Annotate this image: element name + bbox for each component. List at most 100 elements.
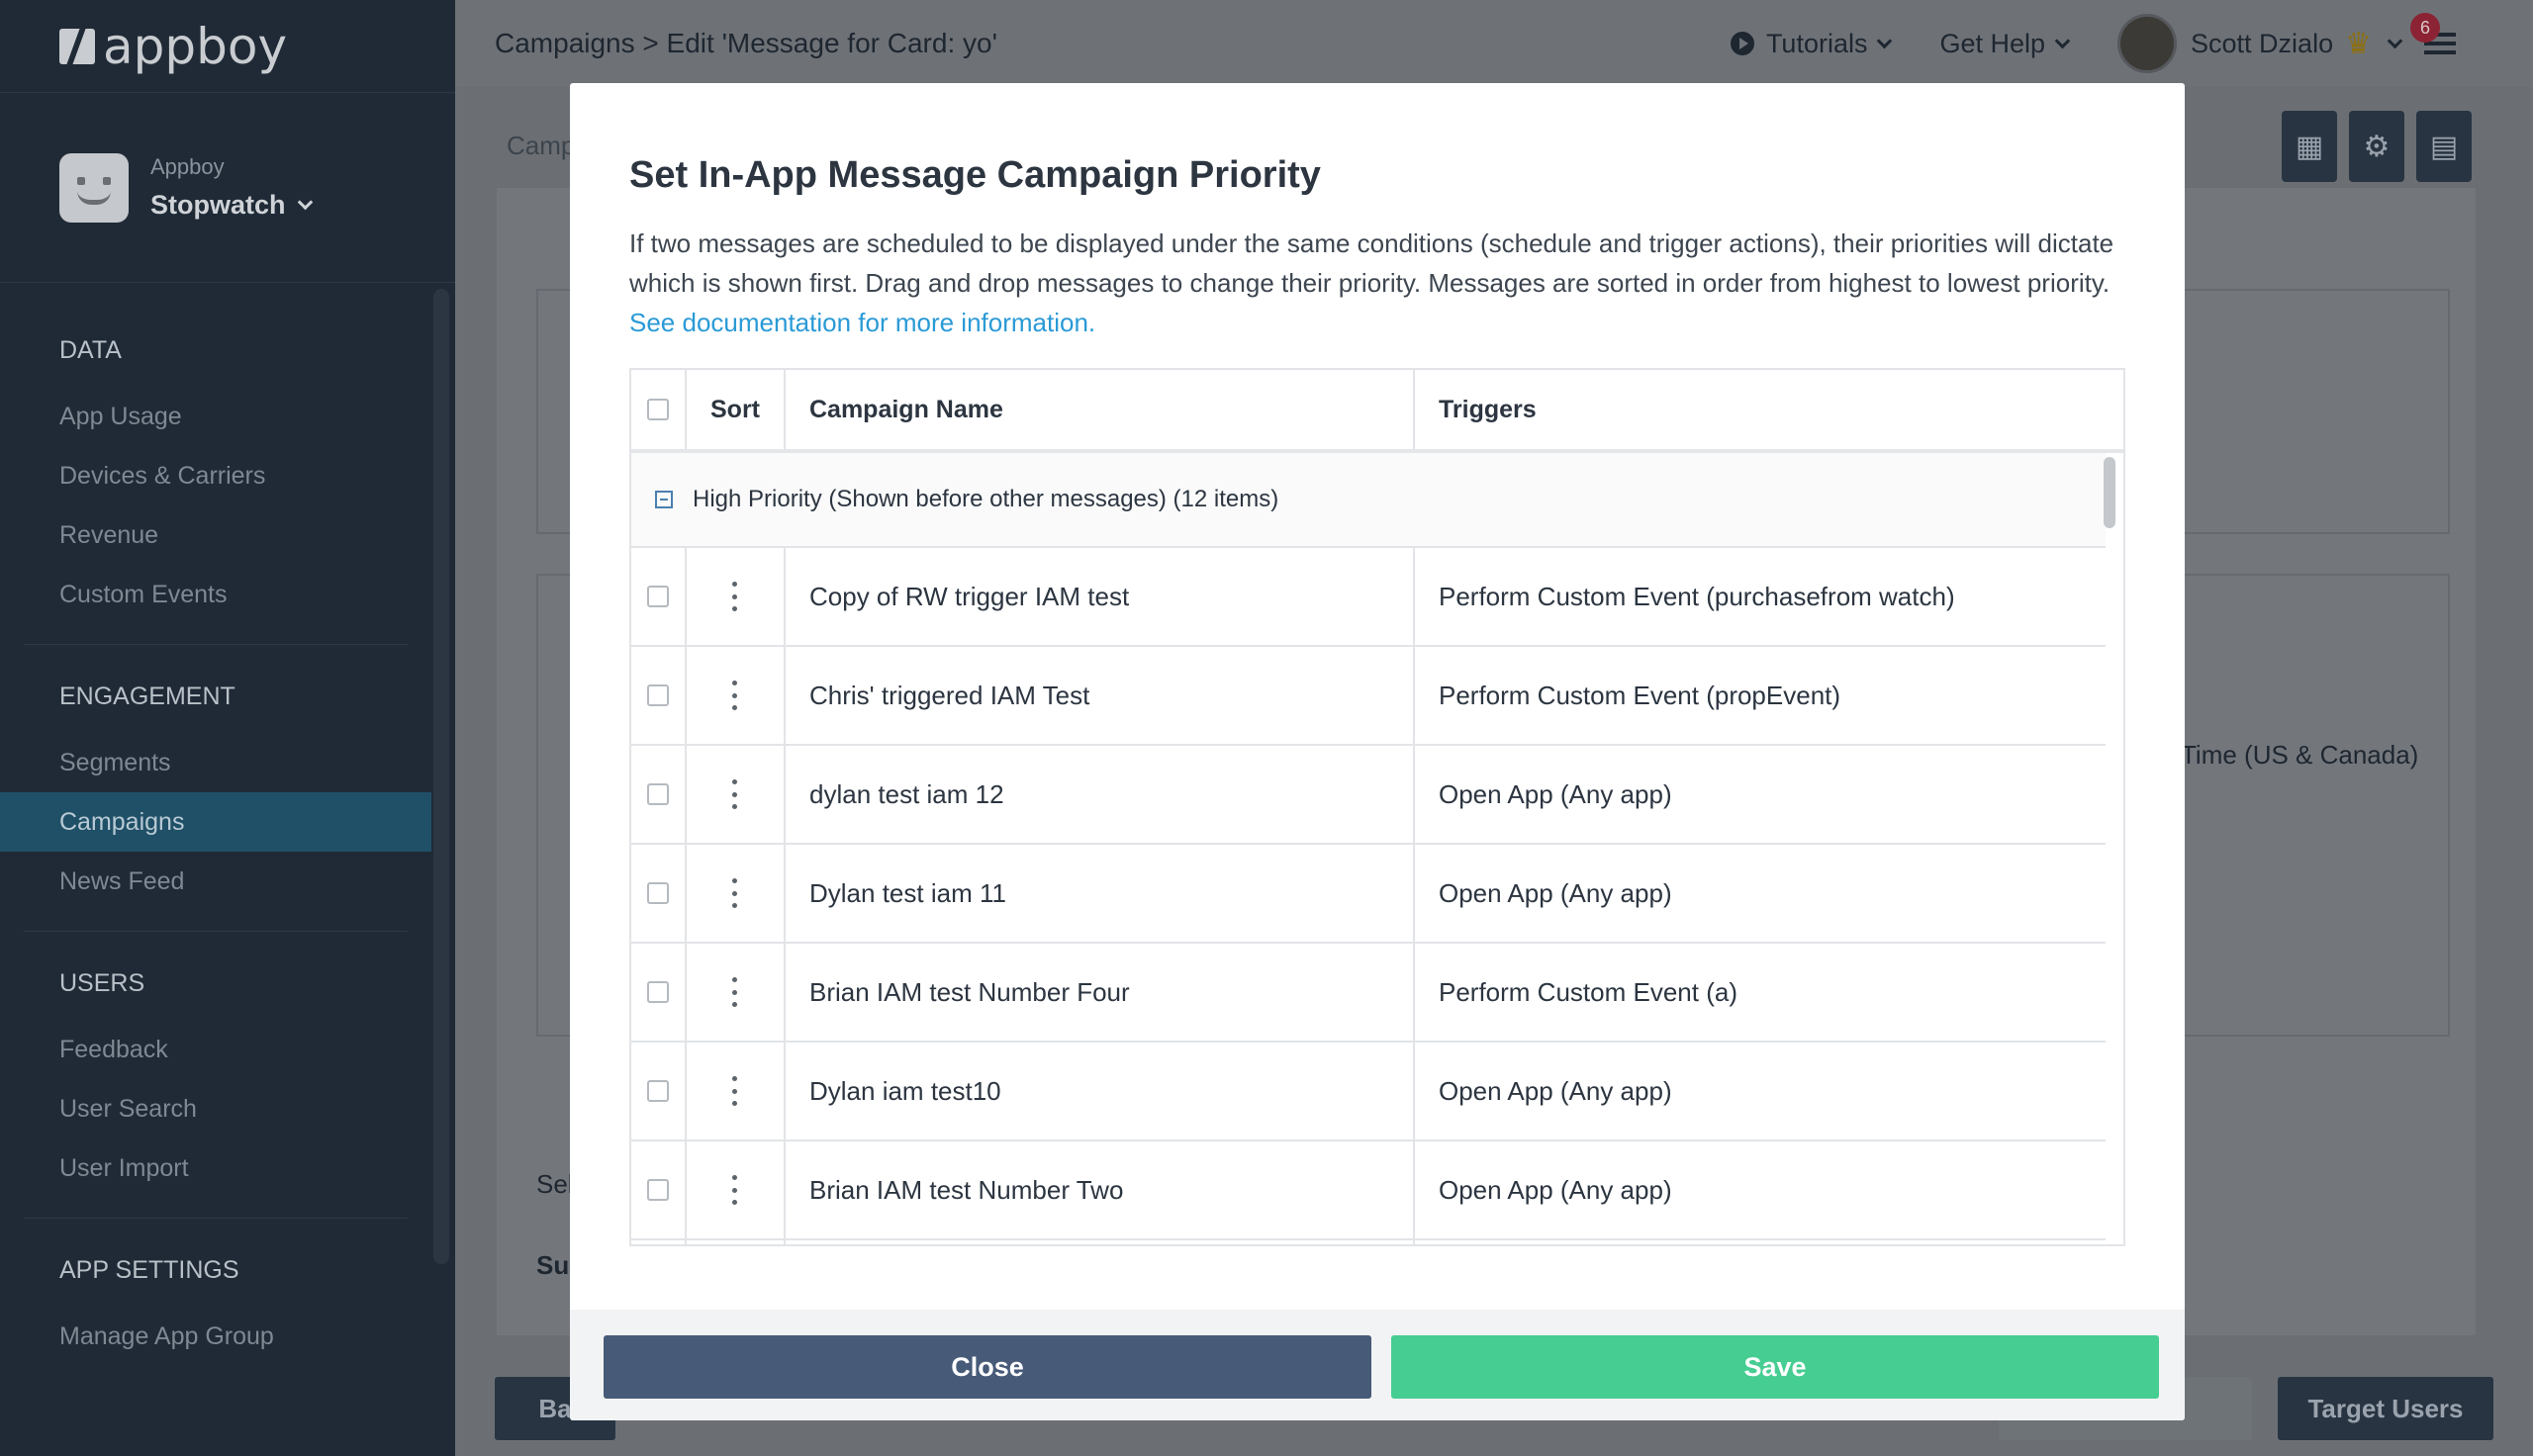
sidebar-item-campaigns[interactable]: Campaigns — [0, 792, 431, 852]
table-row[interactable]: Dylan test iam 11 Open App (Any app) — [631, 845, 2106, 944]
table-header: Sort Campaign Name Triggers — [631, 370, 2123, 453]
nav-section-engagement: ENGAGEMENT Segments Campaigns News Feed — [0, 682, 431, 932]
nav-section-users: USERS Feedback User Search User Import — [24, 969, 408, 1219]
row-select-cell — [631, 1043, 687, 1139]
sidebar-item-custom-events[interactable]: Custom Events — [0, 565, 431, 624]
sidebar-item-user-import[interactable]: User Import — [0, 1138, 431, 1198]
sidebar-item-feedback[interactable]: Feedback — [0, 1020, 431, 1079]
row-checkbox[interactable] — [647, 783, 669, 805]
logo-mark-icon — [59, 28, 95, 64]
drag-handle-icon[interactable] — [732, 1076, 738, 1106]
drag-handle-icon[interactable] — [732, 878, 738, 908]
row-sort-cell — [687, 1141, 786, 1238]
trigger-cell: Perform Custom Event (propEvent) — [1439, 680, 1841, 710]
menu-button[interactable]: 6 — [2410, 13, 2464, 58]
header-cell-select — [631, 370, 687, 449]
header-sort[interactable]: Sort — [687, 370, 786, 449]
target-users-button[interactable]: Target Users — [2278, 1377, 2493, 1440]
sidebar-item-news-feed[interactable]: News Feed — [0, 852, 431, 911]
row-checkbox[interactable] — [647, 586, 669, 607]
row-select-cell — [631, 1141, 687, 1238]
sidebar: appboy Appboy Stopwatch DATA App Usage D… — [0, 0, 455, 1456]
select-all-checkbox[interactable] — [647, 399, 669, 420]
documentation-link[interactable]: See documentation for more information. — [629, 308, 1095, 337]
nav-heading: APP SETTINGS — [59, 1256, 239, 1284]
priority-modal: Set In-App Message Campaign Priority If … — [570, 83, 2185, 1420]
help-menu[interactable]: Get Help — [1939, 28, 2071, 59]
sidebar-item-manage-app-group[interactable]: Manage App Group — [0, 1307, 431, 1366]
table-row[interactable]: Brian IAM test Number Four Perform Custo… — [631, 944, 2106, 1043]
header-actions: Tutorials Get Help Scott Dzialo ♛ 6 — [1730, 0, 2533, 87]
table-row[interactable]: Brian IAM test Number Two Open App (Any … — [631, 1141, 2106, 1240]
group-label: High Priority (Shown before other messag… — [693, 486, 1279, 512]
tutorials-label: Tutorials — [1765, 28, 1868, 58]
app-name[interactable]: Stopwatch — [150, 190, 313, 221]
back-label: Ba — [538, 1393, 572, 1423]
crown-icon: ♛ — [2345, 27, 2372, 60]
row-checkbox[interactable] — [647, 1179, 669, 1201]
document-icon[interactable]: ▤ — [2416, 111, 2472, 182]
row-checkbox[interactable] — [647, 981, 669, 1003]
campaign-name-cell: Brian IAM test Number Two — [786, 1141, 1415, 1238]
table-row-partial[interactable] — [631, 1240, 2106, 1244]
tutorials-menu[interactable]: Tutorials — [1730, 28, 1893, 59]
sidebar-item-revenue[interactable]: Revenue — [0, 505, 431, 565]
priority-group-header[interactable]: High Priority (Shown before other messag… — [631, 453, 2106, 548]
notification-badge: 6 — [2410, 13, 2440, 43]
breadcrumb[interactable]: Campaigns > Edit 'Message for Card: yo' — [495, 28, 997, 59]
campaign-name-cell: Brian IAM test Number Four — [786, 944, 1415, 1041]
play-icon — [1730, 32, 1754, 55]
table-scrollbar[interactable] — [2104, 457, 2115, 528]
row-select-cell — [631, 944, 687, 1041]
help-label: Get Help — [1939, 28, 2046, 58]
app-org-label: Appboy — [150, 154, 225, 179]
campaign-name-cell: Copy of RW trigger IAM test — [786, 548, 1415, 645]
chevron-down-icon — [297, 194, 313, 211]
nav-heading: ENGAGEMENT — [59, 682, 235, 710]
nav-heading: DATA — [59, 336, 122, 364]
calendar-icon[interactable]: ▦ — [2282, 111, 2337, 182]
header-triggers[interactable]: Triggers — [1415, 370, 2123, 449]
table-row[interactable]: Dylan iam test10 Open App (Any app) — [631, 1043, 2106, 1141]
app-name-label: Stopwatch — [150, 190, 286, 220]
row-checkbox[interactable] — [647, 882, 669, 904]
sidebar-item-segments[interactable]: Segments — [0, 733, 431, 792]
sidebar-nav: DATA App Usage Devices & Carriers Revenu… — [0, 287, 431, 1423]
sidebar-item-user-search[interactable]: User Search — [0, 1079, 431, 1138]
collapse-icon[interactable] — [655, 491, 673, 508]
campaign-name-cell: dylan test iam 12 — [786, 746, 1415, 843]
appboy-logo[interactable]: appboy — [0, 0, 455, 93]
campaign-name-cell: Dylan test iam 11 — [786, 845, 1415, 942]
drag-handle-icon[interactable] — [732, 779, 738, 809]
save-button[interactable]: Save — [1391, 1335, 2159, 1399]
table-row[interactable]: dylan test iam 12 Open App (Any app) — [631, 746, 2106, 845]
drag-handle-icon[interactable] — [732, 582, 738, 611]
app-switcher[interactable]: Appboy Stopwatch — [0, 93, 455, 283]
eye-icon — [103, 176, 111, 185]
chevron-down-icon — [2054, 33, 2071, 48]
bg-tab-label[interactable]: Camp — [507, 131, 575, 161]
table-row[interactable]: Copy of RW trigger IAM test Perform Cust… — [631, 548, 2106, 647]
drag-handle-icon[interactable] — [732, 977, 738, 1007]
row-checkbox[interactable] — [647, 684, 669, 706]
row-sort-cell — [687, 845, 786, 942]
menu-line — [2424, 42, 2456, 46]
table-row[interactable]: Chris' triggered IAM Test Perform Custom… — [631, 647, 2106, 746]
sidebar-item-app-usage[interactable]: App Usage — [0, 387, 431, 446]
drag-handle-icon[interactable] — [732, 681, 738, 710]
nav-heading: USERS — [59, 969, 145, 997]
mouth-icon — [77, 191, 111, 205]
row-checkbox[interactable] — [647, 1080, 669, 1102]
app-smiley-icon — [59, 152, 129, 223]
sidebar-scrollbar[interactable] — [433, 289, 449, 1264]
top-header: Campaigns > Edit 'Message for Card: yo' … — [455, 0, 2533, 87]
user-name: Scott Dzialo — [2191, 28, 2334, 58]
drag-handle-icon[interactable] — [732, 1175, 738, 1205]
sidebar-item-devices-carriers[interactable]: Devices & Carriers — [0, 446, 431, 505]
avatar — [2117, 14, 2178, 73]
gear-icon[interactable]: ⚙ — [2349, 111, 2404, 182]
trigger-cell: Open App (Any app) — [1439, 877, 1672, 908]
user-menu[interactable]: Scott Dzialo ♛ — [2117, 14, 2403, 73]
header-campaign-name[interactable]: Campaign Name — [786, 370, 1415, 449]
close-button[interactable]: Close — [604, 1335, 1371, 1399]
